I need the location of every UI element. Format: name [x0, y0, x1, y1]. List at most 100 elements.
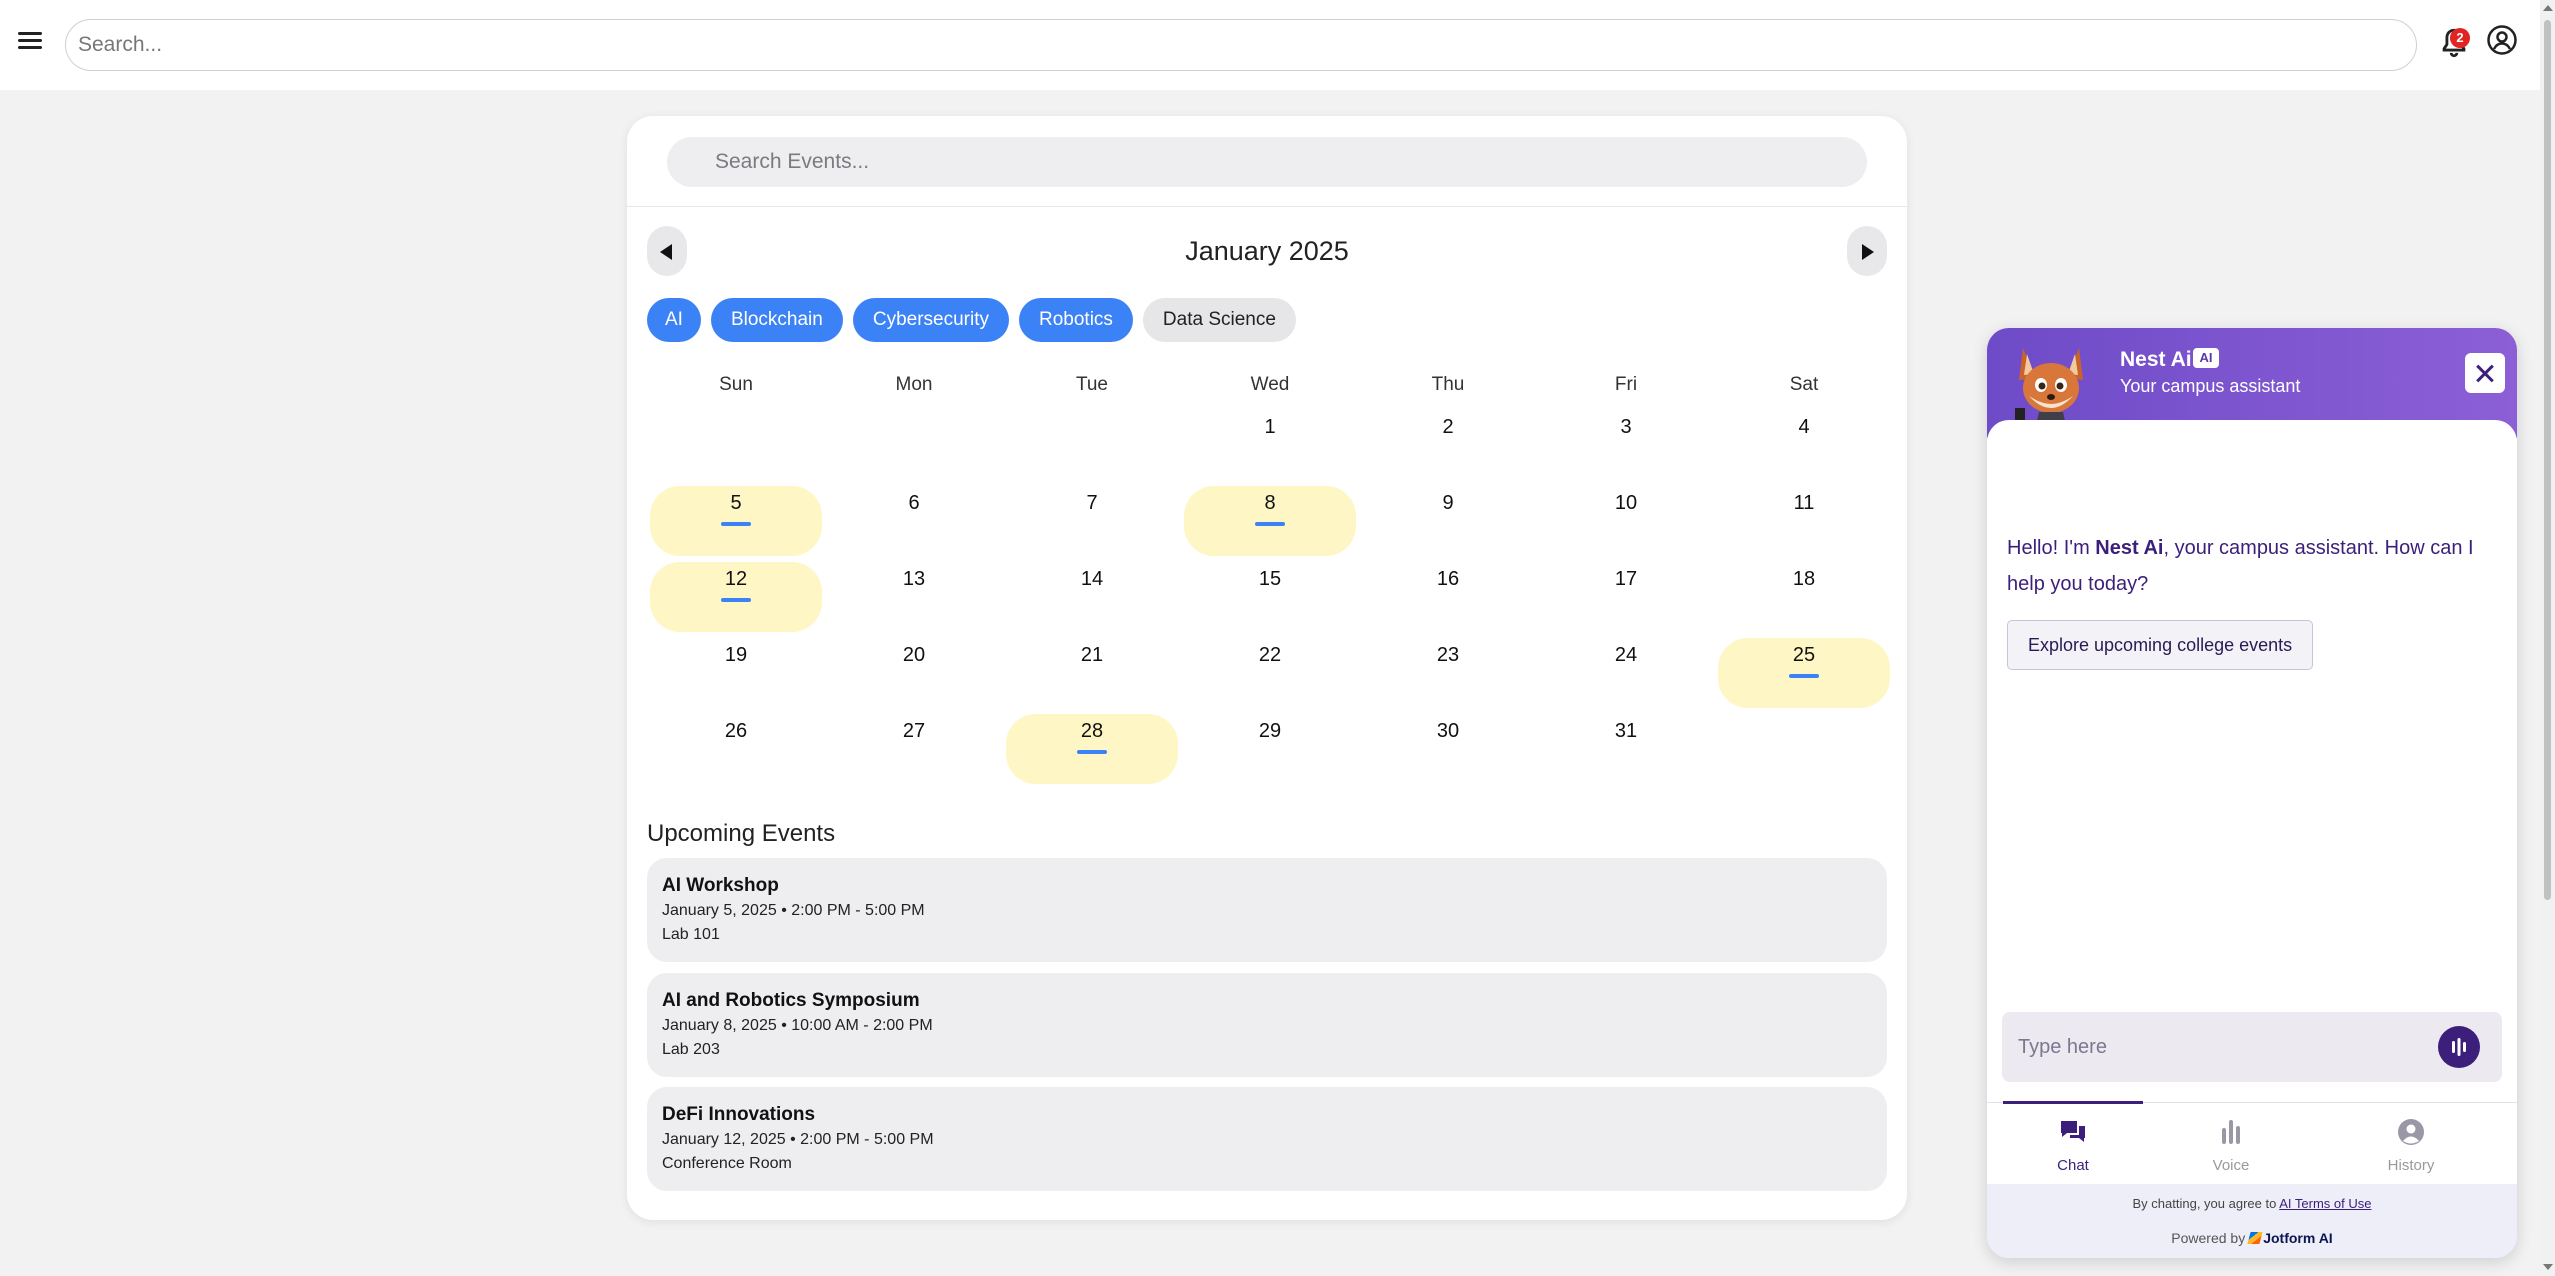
calendar-day-with-event[interactable]: 12: [650, 562, 822, 632]
chat-message-input[interactable]: [2018, 1030, 2418, 1064]
day-number: 16: [1436, 568, 1460, 590]
calendar-day[interactable]: 9: [1362, 486, 1534, 556]
jotform-logo-icon: [2247, 1232, 2263, 1244]
day-number: 9: [1442, 492, 1454, 514]
calendar-day[interactable]: 10: [1540, 486, 1712, 556]
tab-history-label: History: [2387, 1157, 2435, 1174]
day-number: 31: [1614, 720, 1638, 742]
fox-mascot-avatar: [2015, 348, 2083, 430]
calendar-day[interactable]: 2: [1362, 410, 1534, 480]
calendar-day[interactable]: 29: [1184, 714, 1356, 784]
calendar-day[interactable]: 1: [1184, 410, 1356, 480]
event-indicator: [1789, 674, 1819, 678]
calendar-day[interactable]: 18: [1718, 562, 1890, 632]
event-calendar-card: January 2025 AI Blockchain Cybersecurity…: [627, 116, 1907, 1220]
calendar-day[interactable]: 20: [828, 638, 1000, 708]
event-card[interactable]: DeFi Innovations January 12, 2025 • 2:00…: [647, 1087, 1887, 1191]
ai-badge: AI: [2193, 348, 2219, 368]
calendar-day[interactable]: 24: [1540, 638, 1712, 708]
powered-by: Powered by Jotform AI: [1987, 1230, 2517, 1246]
day-number: 15: [1258, 568, 1282, 590]
page-scrollbar[interactable]: [2540, 0, 2555, 1276]
event-indicator: [1255, 522, 1285, 526]
calendar-day[interactable]: 4: [1718, 410, 1890, 480]
calendar-day[interactable]: 11: [1718, 486, 1890, 556]
day-number: 13: [902, 568, 926, 590]
calendar-day-with-event[interactable]: 28: [1006, 714, 1178, 784]
day-number: 27: [902, 720, 926, 742]
calendar-day-with-event[interactable]: 8: [1184, 486, 1356, 556]
calendar-day[interactable]: 7: [1006, 486, 1178, 556]
calendar-day[interactable]: 3: [1540, 410, 1712, 480]
weekday-header: Tue: [1075, 374, 1109, 395]
calendar-day[interactable]: 21: [1006, 638, 1178, 708]
suggestion-button[interactable]: Explore upcoming college events: [2007, 620, 2314, 670]
chat-widget: Nest Ai AI Your campus assistant Hello! …: [1987, 328, 2517, 1258]
bot-greeting-message: Hello! I'm Nest Ai, your campus assistan…: [2007, 530, 2497, 602]
day-number: 3: [1620, 416, 1632, 438]
powered-brand: Jotform AI: [2263, 1230, 2333, 1246]
calendar-day[interactable]: 22: [1184, 638, 1356, 708]
calendar-day[interactable]: 27: [828, 714, 1000, 784]
tag-data-science[interactable]: Data Science: [1142, 298, 1296, 342]
powered-text: Powered by: [2171, 1230, 2246, 1246]
calendar-day[interactable]: 15: [1184, 562, 1356, 632]
calendar-day[interactable]: 16: [1362, 562, 1534, 632]
day-number: 23: [1436, 644, 1460, 666]
upcoming-events-heading: Upcoming Events: [647, 820, 836, 847]
tag-cybersecurity[interactable]: Cybersecurity: [852, 298, 1009, 342]
weekday-header: Thu: [1431, 374, 1465, 395]
calendar-day[interactable]: 19: [650, 638, 822, 708]
divider: [627, 206, 1907, 207]
close-chat-button[interactable]: [2465, 353, 2505, 393]
history-icon: [2398, 1119, 2424, 1145]
global-search-input[interactable]: [65, 19, 2417, 71]
greeting-text: Hello! I'm: [2007, 537, 2096, 559]
voice-input-button[interactable]: [2438, 1026, 2480, 1068]
scroll-up-arrow-icon[interactable]: [2543, 5, 2553, 11]
event-search-input[interactable]: [667, 137, 1867, 187]
calendar-day[interactable]: 30: [1362, 714, 1534, 784]
calendar-day[interactable]: 6: [828, 486, 1000, 556]
tab-history[interactable]: History: [2341, 1118, 2481, 1174]
day-number: 28: [1080, 720, 1104, 742]
tag-robotics[interactable]: Robotics: [1019, 298, 1133, 342]
greeting-bot-name: Nest Ai: [2095, 537, 2164, 559]
scrollbar-thumb[interactable]: [2544, 20, 2551, 900]
next-month-button[interactable]: [1847, 226, 1887, 276]
event-card[interactable]: AI and Robotics Symposium January 8, 202…: [647, 973, 1887, 1077]
day-number: 29: [1258, 720, 1282, 742]
day-number: 6: [908, 492, 920, 514]
calendar-day[interactable]: 31: [1540, 714, 1712, 784]
day-number: 19: [724, 644, 748, 666]
terms-notice: By chatting, you agree to AI Terms of Us…: [1987, 1196, 2517, 1211]
event-card[interactable]: AI Workshop January 5, 2025 • 2:00 PM - …: [647, 858, 1887, 962]
calendar-day[interactable]: 14: [1006, 562, 1178, 632]
calendar-day[interactable]: 17: [1540, 562, 1712, 632]
calendar-day[interactable]: 13: [828, 562, 1000, 632]
event-location: Conference Room: [662, 1155, 792, 1172]
chat-icon: [2061, 1121, 2085, 1142]
event-title: AI and Robotics Symposium: [662, 990, 920, 1011]
calendar-day-with-event[interactable]: 25: [1718, 638, 1890, 708]
tab-chat[interactable]: Chat: [2003, 1118, 2143, 1174]
user-account-icon[interactable]: [2486, 24, 2518, 56]
scroll-down-arrow-icon[interactable]: [2543, 1264, 2553, 1270]
calendar-day-with-event[interactable]: 5: [650, 486, 822, 556]
tag-ai[interactable]: AI: [647, 298, 701, 342]
calendar-day[interactable]: 23: [1362, 638, 1534, 708]
day-number: 10: [1614, 492, 1638, 514]
terms-link[interactable]: AI Terms of Use: [2279, 1196, 2371, 1211]
day-number: 4: [1798, 416, 1810, 438]
active-tab-indicator: [2003, 1101, 2143, 1104]
menu-icon[interactable]: [16, 28, 44, 56]
day-number: 12: [724, 568, 748, 590]
tab-voice[interactable]: Voice: [2161, 1118, 2301, 1174]
chat-input-container: [2002, 1012, 2502, 1082]
calendar-day[interactable]: 26: [650, 714, 822, 784]
day-number: 18: [1792, 568, 1816, 590]
day-number: 8: [1264, 492, 1276, 514]
tag-blockchain[interactable]: Blockchain: [710, 298, 843, 342]
voice-wave-icon: [2452, 1038, 2466, 1056]
day-number: 5: [730, 492, 742, 514]
